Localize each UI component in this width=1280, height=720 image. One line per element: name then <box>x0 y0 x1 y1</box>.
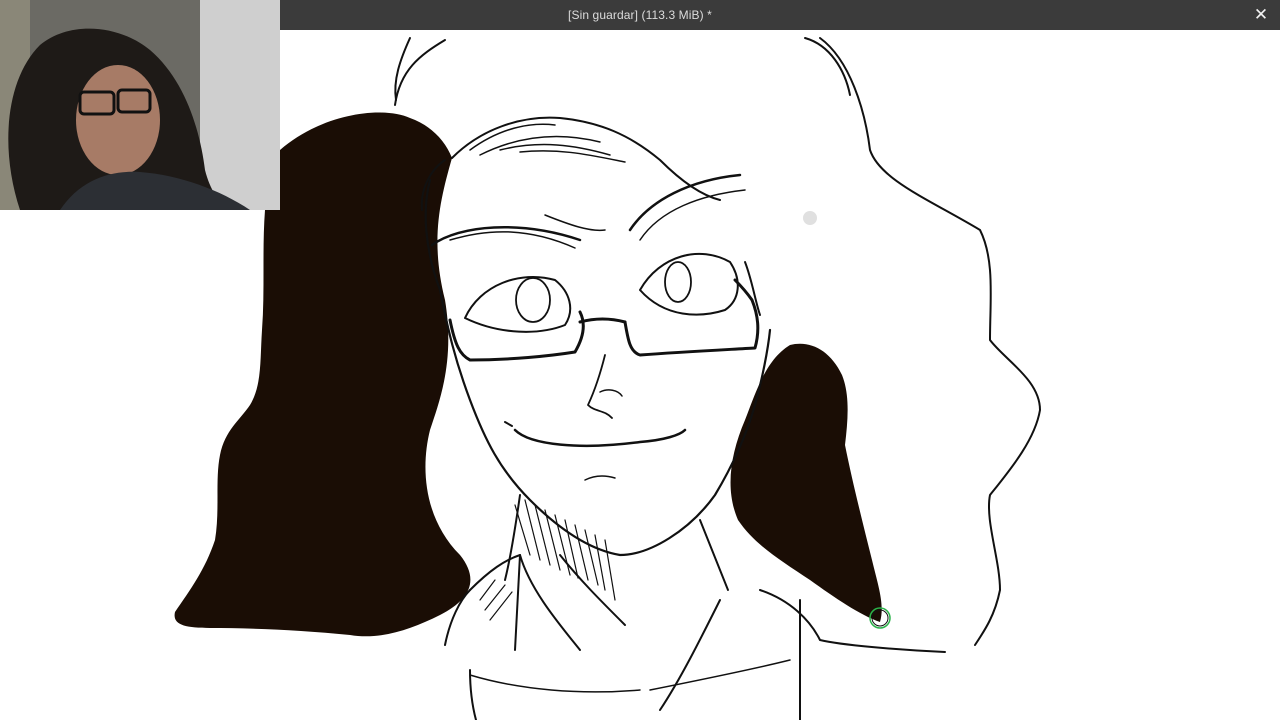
close-icon[interactable]: ✕ <box>1250 4 1272 26</box>
hair-fill-right <box>730 343 882 622</box>
webcam-overlay <box>0 0 280 210</box>
